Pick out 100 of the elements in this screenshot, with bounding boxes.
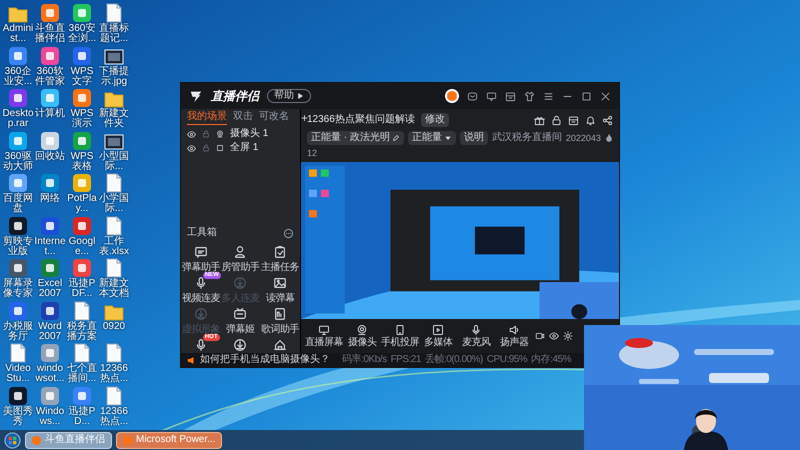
document-icon[interactable] [74, 343, 90, 363]
tool-label[interactable]: 弹幕助手 [182, 263, 220, 273]
tool-label[interactable]: 读弹幕 [266, 294, 294, 304]
maximize-icon[interactable] [581, 90, 592, 102]
icon-label[interactable]: 计算机 [34, 109, 66, 119]
document-icon[interactable] [10, 343, 26, 363]
icon-label[interactable]: 美图秀秀 [2, 406, 34, 426]
icon-label[interactable]: WPS演示 [66, 109, 98, 129]
eye-icon[interactable] [549, 331, 559, 341]
app-icon[interactable] [40, 46, 60, 66]
icon-label[interactable]: WPS文字 [66, 66, 98, 86]
icon-label[interactable]: 12366热点... [98, 364, 130, 384]
icon-label[interactable]: Desktop.rar [2, 109, 34, 129]
app-icon[interactable] [40, 130, 60, 150]
document-icon[interactable] [273, 307, 288, 321]
box-icon[interactable] [568, 114, 579, 126]
more-icon[interactable] [283, 228, 294, 238]
tv-icon[interactable] [233, 307, 248, 321]
icon-label[interactable]: 工作表.xlsx [98, 236, 130, 256]
chat-icon[interactable] [194, 245, 208, 259]
icon-label[interactable]: 0920 [98, 322, 130, 332]
icon-label[interactable]: PotPlay... [66, 194, 98, 214]
app-icon[interactable] [40, 300, 60, 320]
image-file-icon[interactable] [104, 132, 124, 150]
toolbar-button[interactable]: 手机投屏 [381, 324, 419, 348]
icon-label[interactable]: Internet... [34, 236, 66, 256]
icon-label[interactable]: 办税服务厅 [2, 322, 34, 342]
close-icon[interactable] [600, 90, 611, 102]
icon-label[interactable]: 360安全浏... [66, 24, 98, 44]
toolbar-button[interactable]: 多媒体 [419, 324, 457, 348]
scene-tab[interactable]: 双击 [233, 112, 253, 124]
icon-label[interactable]: 网络 [34, 194, 66, 204]
icon-label[interactable]: 小型国际... [98, 152, 130, 172]
tool-label[interactable]: 房管助手 [221, 263, 260, 273]
image-file-icon[interactable] [104, 48, 124, 66]
icon-label[interactable]: 直播标题记... [98, 24, 130, 44]
message-icon[interactable] [486, 90, 497, 102]
clipboard-icon[interactable] [273, 245, 288, 259]
scene-tab[interactable]: 可改名 [259, 112, 289, 124]
scene-tab[interactable]: 我的场景 [187, 112, 227, 124]
app-icon[interactable] [40, 173, 60, 193]
icon-label[interactable]: 迅捷PD... [66, 406, 98, 426]
category-tag[interactable]: 说明 [460, 131, 488, 145]
edit-button[interactable]: 修改 [420, 113, 449, 127]
app-icon[interactable] [8, 173, 28, 193]
category-tag[interactable]: 正能量 · 政法光明 [307, 131, 404, 145]
help-pill[interactable]: 帮助 [267, 89, 311, 103]
document-icon[interactable] [106, 216, 122, 236]
icon-label[interactable]: 新建文本文档 [98, 279, 130, 299]
icon-label[interactable]: Administ... [2, 24, 34, 44]
icon-label[interactable]: Word 2007 [34, 322, 66, 342]
app-icon[interactable] [8, 46, 28, 66]
app-icon[interactable] [8, 88, 28, 108]
folder-icon[interactable] [104, 90, 124, 108]
eye-icon[interactable] [187, 130, 196, 138]
icon-label[interactable]: VideoStu... [2, 364, 34, 384]
icon-label[interactable]: 360企业安... [2, 66, 34, 86]
menu-icon[interactable] [543, 90, 554, 102]
lock-icon[interactable] [551, 114, 562, 126]
gift-icon[interactable] [534, 114, 545, 126]
app-icon[interactable] [72, 88, 92, 108]
icon-label[interactable]: 屏幕录像专家 [2, 279, 34, 299]
tool-label[interactable]: 视频连麦 [182, 294, 220, 304]
add-scene-button[interactable]: + [301, 112, 308, 124]
document-icon[interactable] [106, 3, 122, 23]
toolbar-button[interactable]: 直播屏幕 [305, 324, 343, 348]
app-icon[interactable] [72, 3, 92, 23]
icon-label[interactable]: 剪映专业版 [2, 236, 34, 256]
notice-text[interactable]: 如何把手机当成电脑摄像头？ [200, 355, 330, 365]
folder-icon[interactable] [104, 302, 124, 320]
app-icon[interactable] [8, 386, 28, 406]
settings-icon[interactable] [563, 331, 573, 341]
toolbar-button[interactable]: 摄像头 [343, 324, 381, 348]
tool-label[interactable]: 弹幕姬 [226, 325, 255, 335]
icon-label[interactable]: Excel 2007 [34, 279, 66, 299]
document-icon[interactable] [106, 343, 122, 363]
icon-label[interactable]: 下播提示.jpg [98, 66, 130, 86]
box-icon[interactable] [505, 90, 516, 102]
icon-label[interactable]: 360驱动大师 [2, 152, 34, 172]
icon-label[interactable]: 迅捷PDF... [66, 279, 98, 299]
icon-label[interactable]: 360软件管家 [34, 66, 66, 86]
icon-label[interactable]: 回收站 [34, 152, 66, 162]
bell-icon[interactable] [585, 114, 596, 126]
icon-label[interactable]: 新建文件夹 [98, 109, 130, 129]
app-icon[interactable] [8, 258, 28, 278]
app-icon[interactable] [8, 130, 28, 150]
share-icon[interactable] [602, 114, 613, 126]
icon-label[interactable]: 百度网盘 [2, 194, 34, 214]
document-icon[interactable] [74, 300, 90, 320]
icon-label[interactable]: windowsot... [34, 364, 66, 384]
icon-label[interactable]: 税务直播方案 [66, 322, 98, 342]
icon-label[interactable]: WPS表格 [66, 152, 98, 172]
app-icon[interactable] [40, 3, 60, 23]
tool-label[interactable]: 主播任务 [261, 263, 300, 273]
start-button[interactable] [4, 432, 21, 448]
document-icon[interactable] [106, 173, 122, 193]
folder-icon[interactable] [8, 5, 28, 23]
mail-icon[interactable] [467, 90, 478, 102]
person-icon[interactable] [233, 245, 248, 259]
icon-label[interactable]: Windows... [34, 406, 66, 426]
